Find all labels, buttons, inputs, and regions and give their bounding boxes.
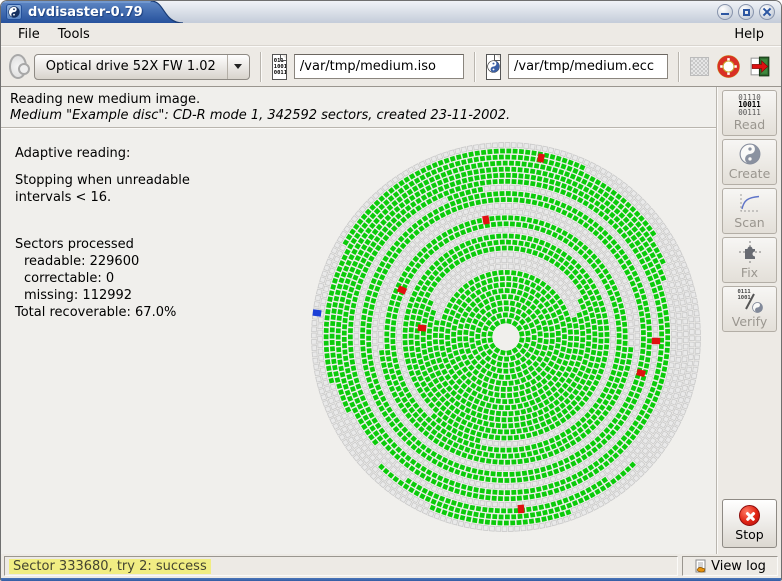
help-button[interactable] bbox=[716, 54, 741, 79]
maximize-icon bbox=[743, 9, 750, 16]
ecc-path-input[interactable] bbox=[508, 54, 668, 79]
read-button[interactable]: 01110 10011 00111 Read bbox=[722, 90, 777, 136]
verify-button[interactable]: 0111 1001 Verify bbox=[722, 286, 777, 332]
ecc-file-icon bbox=[486, 54, 501, 80]
iso-path-input[interactable] bbox=[294, 54, 464, 79]
menu-tools[interactable]: Tools bbox=[49, 25, 99, 44]
quit-icon bbox=[748, 54, 773, 79]
preferences-button[interactable] bbox=[690, 57, 709, 76]
quit-button[interactable] bbox=[748, 54, 773, 79]
info-heading: Adaptive reading: bbox=[15, 145, 190, 162]
sector-status: Sector 333680, try 2: success bbox=[9, 559, 211, 574]
disc-marker-unreadable bbox=[482, 215, 490, 224]
life-ring-icon bbox=[716, 54, 741, 79]
drive-selector-value: Optical drive 52X FW 1.02 bbox=[35, 59, 227, 74]
disc-marker-unreadable bbox=[517, 505, 524, 514]
status-message-line2: Medium "Example disc": CD-R mode 1, 3425… bbox=[10, 108, 707, 123]
action-sidebar: 01110 10011 00111 Read Create bbox=[717, 87, 781, 554]
status-message-line1: Reading new medium image. bbox=[10, 92, 707, 107]
chevron-down-icon bbox=[234, 64, 242, 69]
separator bbox=[1, 127, 716, 129]
image-file-icon: 011 10011 00111 bbox=[272, 54, 287, 80]
disc-marker-unreadable bbox=[652, 338, 661, 345]
main-content: Reading new medium image. Medium "Exampl… bbox=[1, 87, 717, 554]
menu-help[interactable]: Help bbox=[725, 25, 773, 44]
disc-marker-unreadable bbox=[417, 324, 426, 331]
sectors-correctable: correctable: 0 bbox=[15, 270, 190, 287]
optical-drive-icon bbox=[9, 54, 27, 79]
toolbar: Optical drive 52X FW 1.02 011 10011 0011… bbox=[1, 46, 781, 86]
total-recoverable: Total recoverable: 67.0% bbox=[15, 304, 190, 321]
stop-button[interactable]: Stop bbox=[722, 499, 777, 548]
sectors-missing: missing: 112992 bbox=[15, 287, 190, 304]
disc-marker-unreadable bbox=[397, 285, 407, 294]
sectors-readable: readable: 229600 bbox=[15, 253, 190, 270]
preferences-icon bbox=[690, 57, 709, 76]
verify-icon: 0111 1001 bbox=[737, 289, 763, 313]
info-line: intervals < 16. bbox=[15, 189, 190, 206]
menu-file[interactable]: File bbox=[9, 25, 49, 44]
create-icon bbox=[739, 143, 761, 165]
view-log-icon bbox=[694, 559, 708, 573]
disc-marker-unreadable bbox=[537, 153, 545, 162]
drive-selector[interactable]: Optical drive 52X FW 1.02 bbox=[34, 54, 250, 80]
status-cell: Sector 333680, try 2: success bbox=[4, 556, 678, 576]
titlebar: dvdisaster-0.79 bbox=[1, 1, 781, 23]
close-icon bbox=[762, 7, 772, 17]
window-title: dvdisaster-0.79 bbox=[28, 5, 143, 20]
drive-selector-arrow[interactable] bbox=[227, 55, 249, 79]
fix-icon bbox=[738, 240, 762, 264]
status-message: Reading new medium image. Medium "Exampl… bbox=[1, 87, 716, 127]
toolbar-separator bbox=[678, 52, 680, 82]
statusbar: Sector 333680, try 2: success View log bbox=[1, 554, 781, 578]
disc-marker-unreadable bbox=[636, 369, 646, 377]
minimize-icon bbox=[721, 13, 729, 15]
disc-marker-current-position bbox=[312, 309, 321, 316]
menubar: File Tools Help bbox=[1, 23, 781, 46]
toolbar-separator bbox=[260, 52, 262, 82]
stop-icon bbox=[739, 505, 760, 526]
view-log-button[interactable]: View log bbox=[682, 556, 778, 576]
close-button[interactable] bbox=[759, 4, 775, 20]
app-icon bbox=[6, 4, 22, 20]
maximize-button[interactable] bbox=[738, 4, 754, 20]
info-panel: Adaptive reading: Stopping when unreadab… bbox=[15, 145, 190, 321]
read-icon: 01110 10011 00111 bbox=[738, 94, 761, 117]
info-line: Stopping when unreadable bbox=[15, 172, 190, 189]
app-window: dvdisaster-0.79 File Tools Help Optical … bbox=[0, 0, 782, 581]
toolbar-separator bbox=[474, 52, 476, 82]
create-button[interactable]: Create bbox=[722, 139, 777, 185]
scan-icon bbox=[738, 192, 762, 214]
scan-button[interactable]: Scan bbox=[722, 188, 777, 234]
minimize-button[interactable] bbox=[717, 4, 733, 20]
sectors-heading: Sectors processed bbox=[15, 236, 190, 253]
fix-button[interactable]: Fix bbox=[722, 237, 777, 283]
